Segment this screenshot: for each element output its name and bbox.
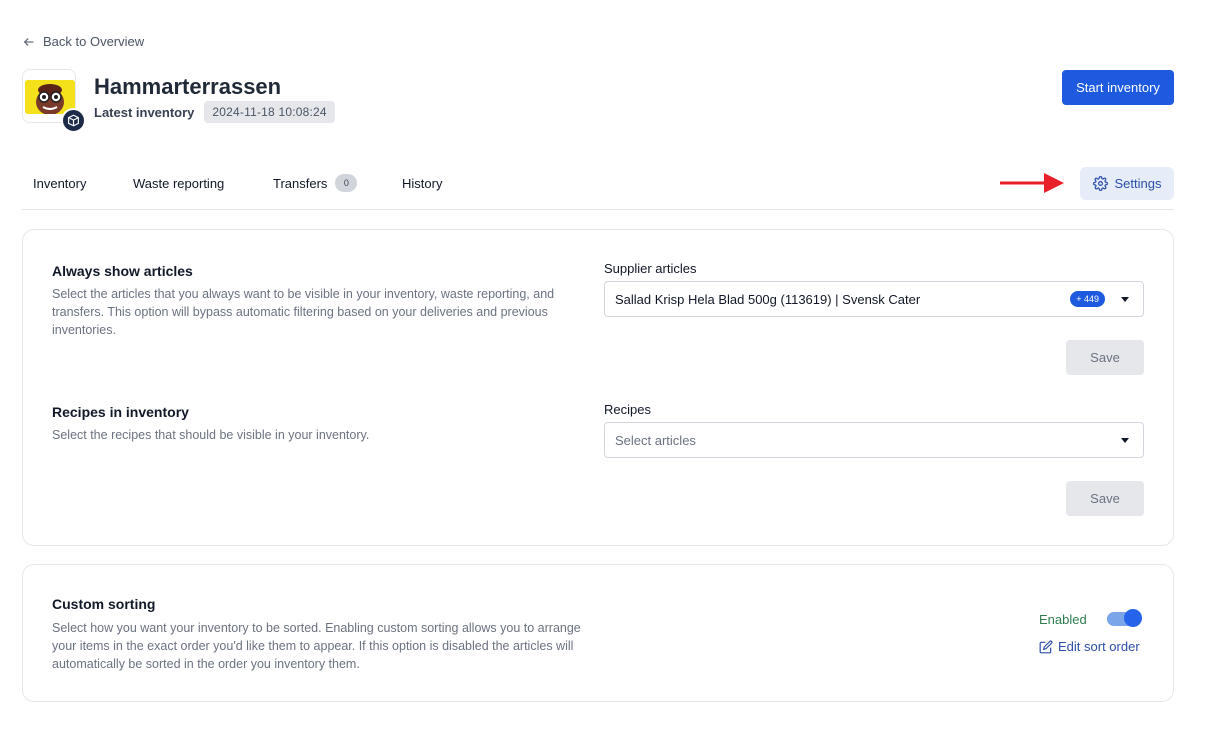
articles-settings-card: Always show articles Select the articles… — [22, 229, 1174, 546]
edit-sort-order-label: Edit sort order — [1058, 639, 1140, 654]
latest-inventory: Latest inventory 2024-11-18 10:08:24 — [94, 101, 335, 123]
edit-sort-order-link[interactable]: Edit sort order — [1039, 639, 1140, 654]
page-title: Hammarterrassen — [94, 74, 282, 99]
recipes-placeholder: Select articles — [615, 432, 696, 448]
tab-transfers[interactable]: Transfers 0 — [273, 166, 358, 200]
custom-sorting-title: Custom sorting — [52, 596, 156, 612]
supplier-articles-label: Supplier articles — [604, 261, 697, 276]
back-label: Back to Overview — [43, 34, 145, 49]
page-header: Hammarterrassen Latest inventory 2024-11… — [22, 69, 1174, 133]
sorting-status: Enabled — [1039, 612, 1087, 627]
tab-label: Waste reporting — [133, 175, 225, 191]
chevron-down-icon — [1121, 296, 1129, 302]
transfers-count-badge: 0 — [335, 174, 358, 192]
custom-sorting-card: Custom sorting Select how you want your … — [22, 564, 1174, 702]
recipes-description: Select the recipes that should be visibl… — [52, 428, 370, 442]
tab-inventory[interactable]: Inventory — [33, 166, 86, 200]
tab-waste-reporting[interactable]: Waste reporting — [133, 166, 224, 200]
always-show-title: Always show articles — [52, 263, 193, 279]
tab-label: Transfers — [273, 175, 328, 191]
custom-sorting-description: Select how you want your inventory to be… — [52, 621, 581, 671]
always-show-description: Select the articles that you always want… — [52, 287, 555, 337]
chevron-down-icon — [1121, 437, 1129, 443]
supplier-articles-select[interactable]: Sallad Krisp Hela Blad 500g (113619) | S… — [604, 281, 1144, 317]
annotation-arrow-icon — [1000, 173, 1064, 193]
recipes-label: Recipes — [604, 402, 651, 417]
save-articles-button[interactable]: Save — [1066, 340, 1144, 375]
latest-inventory-date: 2024-11-18 10:08:24 — [204, 101, 335, 123]
settings-button[interactable]: Settings — [1080, 167, 1174, 200]
edit-icon — [1039, 640, 1053, 653]
selected-article: Sallad Krisp Hela Blad 500g (113619) | S… — [615, 291, 921, 307]
start-inventory-button[interactable]: Start inventory — [1062, 70, 1174, 105]
custom-sorting-toggle[interactable] — [1107, 609, 1142, 627]
latest-inventory-label: Latest inventory — [94, 104, 195, 120]
back-to-overview-link[interactable]: Back to Overview — [22, 34, 144, 49]
settings-label: Settings — [1114, 176, 1162, 191]
gear-icon — [1092, 176, 1108, 191]
arrow-left-icon — [23, 37, 34, 46]
tab-label: History — [402, 175, 443, 191]
tab-label: Inventory — [33, 175, 87, 191]
cube-icon — [61, 108, 86, 133]
recipes-title: Recipes in inventory — [52, 404, 189, 420]
tab-history[interactable]: History — [402, 166, 442, 200]
more-count-badge: + 449 — [1070, 291, 1105, 307]
toggle-knob — [1124, 609, 1142, 627]
recipes-select[interactable]: Select articles — [604, 422, 1144, 458]
restaurant-logo — [22, 69, 86, 133]
save-recipes-button[interactable]: Save — [1066, 481, 1144, 516]
